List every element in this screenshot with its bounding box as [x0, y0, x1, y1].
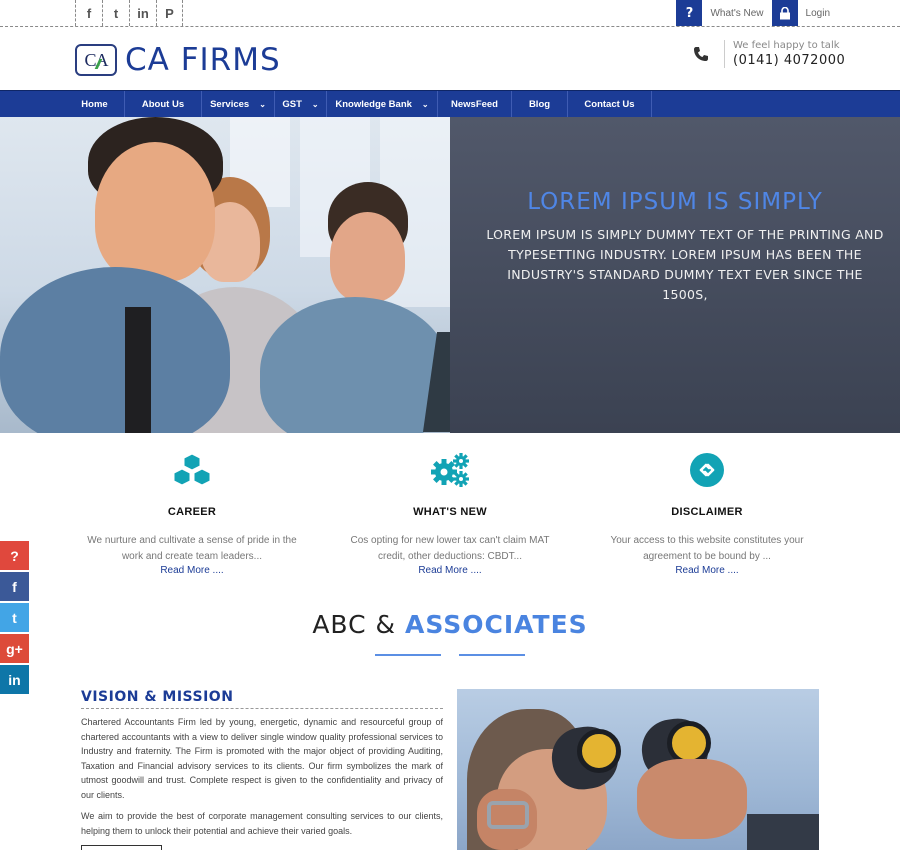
feature-whats-new: WHAT'S NEW Cos opting for new lower tax … — [330, 450, 570, 576]
hero-title: LOREM IPSUM IS SIMPLY — [527, 189, 823, 215]
feature-desc: Cos opting for new lower tax can't claim… — [350, 535, 550, 562]
disclaimer-icon — [587, 450, 827, 490]
nav-label: Services — [210, 99, 250, 110]
title-underline-right — [459, 654, 525, 656]
question-icon: ? — [676, 0, 703, 26]
facebook-share-icon[interactable]: f — [0, 572, 29, 601]
help-share-icon[interactable]: ? — [0, 541, 29, 570]
login-label: Login — [805, 7, 830, 19]
nav-label: GST — [282, 99, 302, 110]
contact-info: We feel happy to talk (0141) 4072000 — [690, 40, 845, 68]
section-title-part1: ABC & — [312, 610, 397, 639]
feature-disclaimer: DISCLAIMER Your access to this website c… — [587, 450, 827, 576]
twitter-icon[interactable]: t — [102, 0, 129, 26]
main-navbar: Home About Us Services ⌄ GST ⌄ Knowledge B… — [0, 90, 900, 118]
read-more-link[interactable]: Read More .... — [587, 565, 827, 576]
nav-item-knowledge-bank[interactable]: Knowledge Bank ⌄ — [327, 91, 438, 118]
contact-phone[interactable]: (0141) 4072000 — [733, 53, 845, 68]
hero-slider: LOREM IPSUM IS SIMPLY LOREM IPSUM IS SIM… — [0, 117, 900, 433]
nav-label: Blog — [528, 99, 551, 110]
vision-mission-title: VISION & MISSION — [81, 689, 443, 709]
hero-text: LOREM IPSUM IS SIMPLY DUMMY TEXT OF THE … — [486, 227, 884, 302]
whats-new-label: What's New — [710, 7, 764, 19]
feature-title: DISCLAIMER — [671, 506, 743, 518]
pinterest-icon[interactable]: P — [156, 0, 183, 26]
nav-label: About Us — [141, 99, 185, 110]
linkedin-icon[interactable]: in — [129, 0, 156, 26]
section-title: ABC & ASSOCIATES — [0, 610, 900, 639]
feature-career: CAREER We nurture and cultivate a sense … — [72, 450, 312, 576]
feature-title: WHAT'S NEW — [413, 506, 487, 518]
brand-name: CA FIRMS — [125, 42, 281, 78]
nav-item-home[interactable]: Home — [65, 91, 125, 118]
binoculars-photo — [457, 689, 819, 850]
nav-item-newsfeed[interactable]: NewsFeed — [438, 91, 512, 118]
feature-desc: Your access to this website constitutes … — [610, 535, 804, 562]
site-logo[interactable]: CA CA FIRMS — [75, 42, 281, 78]
top-bar: f t in P ? What's New Login — [0, 0, 900, 27]
login-link[interactable]: Login — [771, 0, 830, 26]
nav-label: NewsFeed — [451, 99, 498, 110]
section-title-part2: ASSOCIATES — [404, 610, 588, 639]
gears-icon — [330, 450, 570, 490]
cubes-icon — [72, 450, 312, 490]
nav-item-about-us[interactable]: About Us — [125, 91, 202, 118]
title-underline-left — [375, 654, 441, 656]
nav-item-blog[interactable]: Blog — [512, 91, 568, 118]
lock-icon — [771, 0, 798, 26]
feature-desc: We nurture and cultivate a sense of prid… — [87, 535, 297, 562]
logo-mark: CA — [75, 44, 117, 76]
top-links: ? What's New Login — [668, 0, 830, 26]
social-links: f t in P — [75, 0, 183, 26]
hero-photo-team — [0, 117, 450, 433]
hero-text-panel: LOREM IPSUM IS SIMPLY LOREM IPSUM IS SIM… — [450, 117, 900, 433]
read-more-button[interactable] — [81, 845, 162, 850]
contact-tagline: We feel happy to talk — [733, 40, 840, 51]
whats-new-link[interactable]: ? What's New — [676, 0, 764, 26]
vision-paragraph-1: Chartered Accountants Firm led by young,… — [81, 717, 443, 800]
read-more-link[interactable]: Read More .... — [330, 565, 570, 576]
nav-item-contact-us[interactable]: Contact Us — [568, 91, 652, 118]
linkedin-share-icon[interactable]: in — [0, 665, 29, 694]
nav-item-gst[interactable]: GST ⌄ — [275, 91, 327, 118]
feature-title: CAREER — [167, 506, 217, 518]
facebook-icon[interactable]: f — [75, 0, 102, 26]
nav-item-services[interactable]: Services ⌄ — [202, 91, 275, 118]
nav-label: Knowledge Bank — [335, 99, 412, 110]
main-nav: Home About Us Services ⌄ GST ⌄ Knowledge B… — [65, 91, 652, 118]
nav-label: Contact Us — [584, 99, 635, 110]
read-more-link[interactable]: Read More .... — [72, 565, 312, 576]
phone-icon — [690, 43, 712, 65]
chevron-down-icon: ⌄ — [259, 100, 266, 109]
chevron-down-icon: ⌄ — [421, 100, 429, 109]
logo-tick — [94, 59, 114, 69]
nav-label: Home — [81, 99, 108, 110]
vision-paragraph-2: We aim to provide the best of corporate … — [81, 811, 443, 836]
chevron-down-icon: ⌄ — [311, 100, 319, 109]
